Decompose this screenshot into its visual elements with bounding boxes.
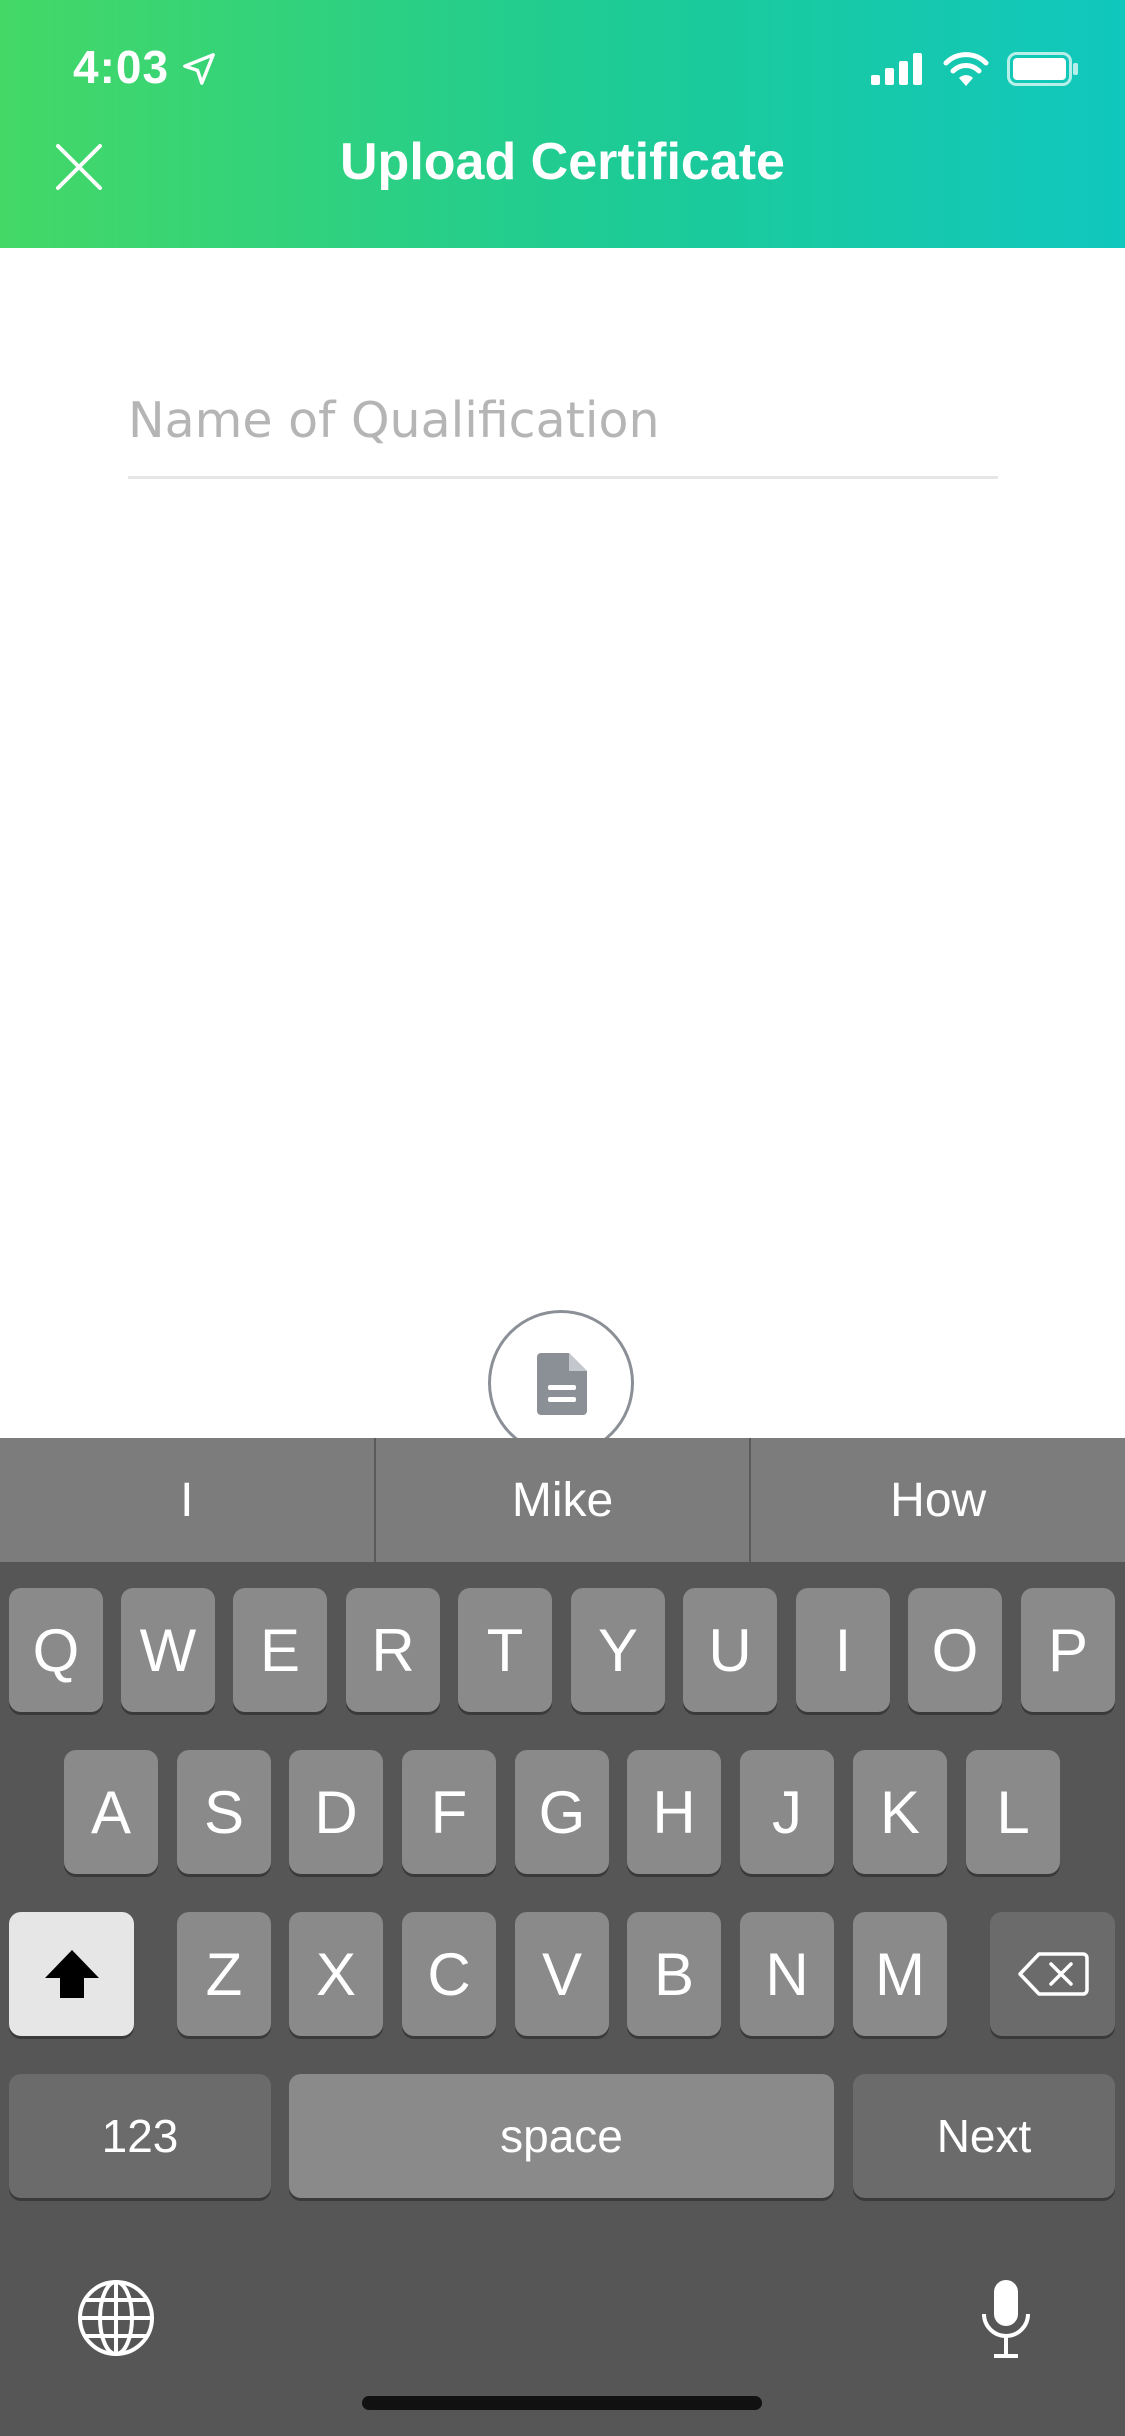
shift-key[interactable] <box>9 1912 134 2036</box>
key-c[interactable]: C <box>402 1912 496 2036</box>
backspace-key[interactable] <box>990 1912 1115 2036</box>
home-indicator <box>362 2396 762 2410</box>
status-icons <box>871 52 1079 86</box>
prediction-bar: I Mike How <box>0 1438 1125 1562</box>
key-j[interactable]: J <box>740 1750 834 1874</box>
qualification-field <box>128 380 998 479</box>
signal-icon <box>871 53 922 85</box>
key-f[interactable]: F <box>402 1750 496 1874</box>
key-i[interactable]: I <box>796 1588 890 1712</box>
key-v[interactable]: V <box>515 1912 609 2036</box>
next-key[interactable]: Next <box>853 2074 1115 2198</box>
prediction-2[interactable]: Mike <box>373 1438 750 1562</box>
key-p[interactable]: P <box>1021 1588 1115 1712</box>
key-q[interactable]: Q <box>9 1588 103 1712</box>
shift-arrow-icon <box>44 1950 99 1998</box>
key-x[interactable]: X <box>289 1912 383 2036</box>
app-header: 4:03 Upload Certificate <box>0 0 1125 248</box>
keyboard: I Mike How Q W E R T Y U I O P A S D F G… <box>0 1438 1125 2436</box>
key-t[interactable]: T <box>458 1588 552 1712</box>
globe-icon[interactable] <box>76 2278 156 2358</box>
upload-document-button[interactable] <box>488 1310 634 1456</box>
key-e[interactable]: E <box>233 1588 327 1712</box>
key-h[interactable]: H <box>627 1750 721 1874</box>
backspace-icon <box>1017 1952 1089 1996</box>
key-u[interactable]: U <box>683 1588 777 1712</box>
status-time: 4:03 <box>73 41 170 93</box>
prediction-1[interactable]: I <box>0 1438 374 1562</box>
space-key[interactable]: space <box>289 2074 834 2198</box>
key-o[interactable]: O <box>908 1588 1002 1712</box>
numbers-key[interactable]: 123 <box>9 2074 271 2198</box>
battery-icon <box>1007 52 1078 86</box>
key-b[interactable]: B <box>627 1912 721 2036</box>
key-s[interactable]: S <box>177 1750 271 1874</box>
location-arrow-icon <box>183 53 215 85</box>
qualification-input[interactable] <box>128 380 998 460</box>
key-l[interactable]: L <box>966 1750 1060 1874</box>
prediction-3[interactable]: How <box>749 1438 1125 1562</box>
microphone-icon[interactable] <box>980 2278 1032 2360</box>
key-d[interactable]: D <box>289 1750 383 1874</box>
document-icon <box>537 1353 587 1415</box>
key-m[interactable]: M <box>853 1912 947 2036</box>
key-z[interactable]: Z <box>177 1912 271 2036</box>
key-a[interactable]: A <box>64 1750 158 1874</box>
key-r[interactable]: R <box>346 1588 440 1712</box>
key-k[interactable]: K <box>853 1750 947 1874</box>
key-w[interactable]: W <box>121 1588 215 1712</box>
key-n[interactable]: N <box>740 1912 834 2036</box>
key-y[interactable]: Y <box>571 1588 665 1712</box>
key-g[interactable]: G <box>515 1750 609 1874</box>
page-title: Upload Certificate <box>340 133 785 191</box>
wifi-icon <box>943 52 989 86</box>
